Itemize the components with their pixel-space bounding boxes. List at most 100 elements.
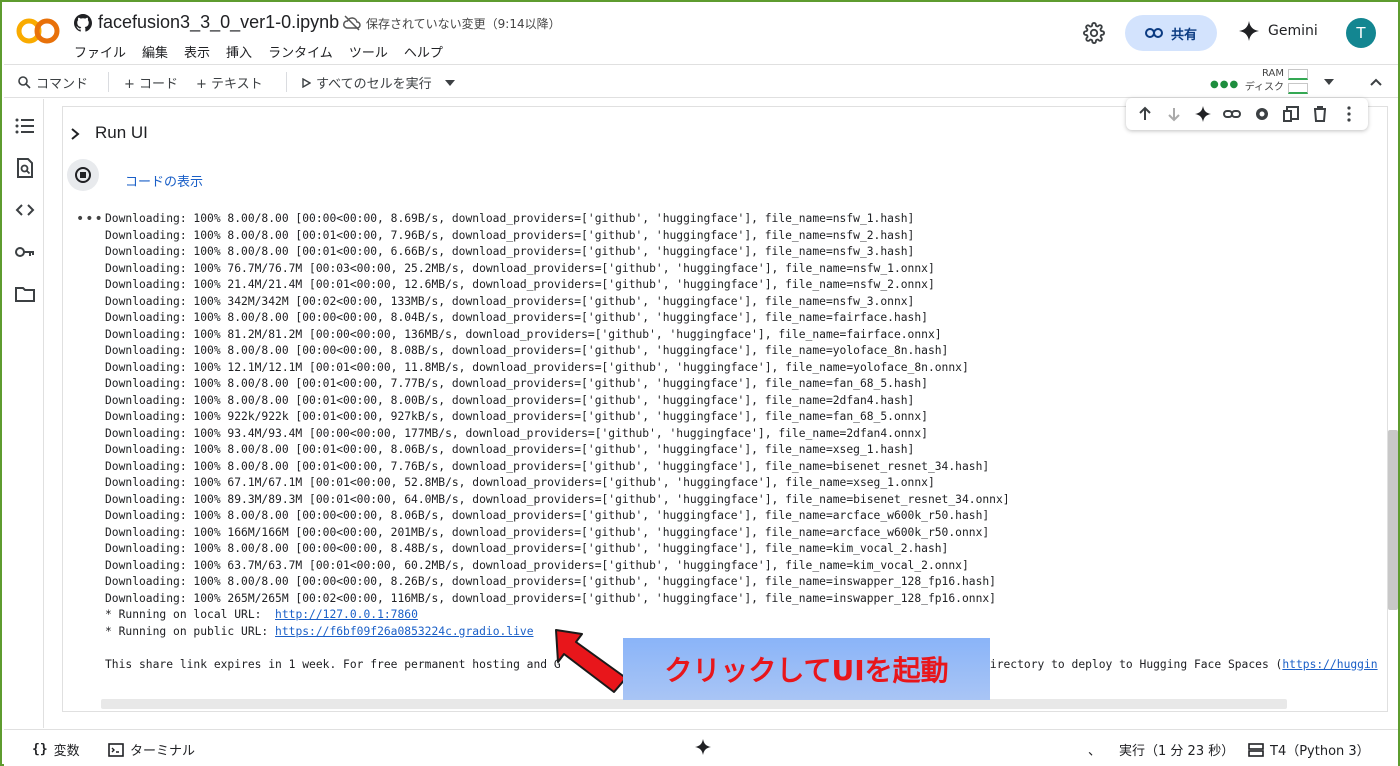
dropdown-caret-icon[interactable] bbox=[444, 79, 455, 86]
move-up-icon[interactable] bbox=[1136, 105, 1154, 123]
local-url-line: * Running on local URL: http://127.0.0.1… bbox=[105, 607, 1387, 624]
share-note-link[interactable]: https://huggin bbox=[1282, 658, 1377, 671]
share-button[interactable]: 共有 bbox=[1125, 15, 1217, 51]
status-bar: {} 変数 ターミナル 、 実行（1 分 23 秒） T4（Python 3） bbox=[4, 729, 1398, 766]
output-line: Downloading: 100% 342M/342M [00:02<00:00… bbox=[105, 294, 915, 308]
add-text-label: + テキスト bbox=[196, 77, 263, 92]
public-url-line-prefix: * Running on public URL: bbox=[105, 624, 276, 638]
gemini-button[interactable]: Gemini bbox=[1238, 20, 1318, 42]
runtime-label: T4（Python 3） bbox=[1270, 744, 1370, 759]
gemini-sparkle-icon bbox=[1239, 21, 1259, 41]
run-status[interactable]: 、 実行（1 分 23 秒） bbox=[1088, 740, 1234, 759]
secrets-key-icon[interactable] bbox=[14, 241, 36, 263]
menu-insert[interactable]: 挿入 bbox=[226, 42, 252, 61]
output-line: Downloading: 100% 8.00/8.00 [00:01<00:00… bbox=[105, 228, 915, 242]
settings-gear-icon[interactable] bbox=[1083, 22, 1105, 44]
variables-label: 変数 bbox=[53, 744, 80, 759]
menu-bar: ファイル 編集 表示 挿入 ランタイム ツール ヘルプ bbox=[74, 42, 443, 61]
output-line: Downloading: 100% 8.00/8.00 [00:01<00:00… bbox=[105, 443, 915, 456]
table-of-contents-icon[interactable] bbox=[14, 115, 36, 137]
save-status[interactable]: 保存されていない変更（9:14以降） bbox=[366, 15, 561, 32]
horizontal-scrollbar[interactable] bbox=[101, 699, 1287, 709]
callout-label: クリックしてUIを起動 bbox=[623, 638, 990, 700]
cell-toolbar bbox=[1126, 98, 1368, 130]
output-line: Downloading: 100% 89.3M/89.3M [00:01<00:… bbox=[105, 492, 1010, 506]
more-vertical-icon[interactable] bbox=[1340, 105, 1358, 123]
link-icon bbox=[1144, 28, 1163, 38]
collapse-header-icon[interactable] bbox=[1368, 74, 1384, 90]
window-frame: facefusion3_3_0_ver1-0.ipynb 保存されていない変更（… bbox=[0, 0, 1400, 766]
menu-help[interactable]: ヘルプ bbox=[404, 42, 443, 61]
code-cell[interactable]: Run UI コードの表示 ••• Downloading: 100% 8.00… bbox=[62, 106, 1388, 712]
run-all-label: すべてのセルを実行 bbox=[316, 77, 432, 92]
resource-labels[interactable]: RAM ディスク bbox=[1242, 67, 1284, 95]
output-line: Downloading: 100% 81.2M/81.2M [00:00<00:… bbox=[105, 327, 942, 341]
menu-runtime[interactable]: ランタイム bbox=[268, 42, 333, 61]
disk-label: ディスク bbox=[1244, 82, 1284, 93]
output-line: Downloading: 100% 922k/922k [00:01<00:00… bbox=[105, 410, 928, 423]
menu-file[interactable]: ファイル bbox=[74, 42, 126, 61]
resource-meter[interactable] bbox=[1288, 69, 1308, 95]
comma-separator: 、 bbox=[1088, 744, 1102, 759]
variables-button[interactable]: {} 変数 bbox=[32, 740, 80, 759]
link-icon[interactable] bbox=[1223, 105, 1242, 123]
gemini-sparkle-icon[interactable] bbox=[694, 738, 712, 756]
run-cell-button[interactable] bbox=[67, 159, 99, 191]
cell-output: Downloading: 100% 8.00/8.00 [00:00<00:00… bbox=[105, 211, 1387, 691]
output-line: Downloading: 100% 93.4M/93.4M [00:00<00:… bbox=[105, 426, 928, 440]
colab-logo-icon[interactable] bbox=[16, 16, 60, 46]
move-down-icon[interactable] bbox=[1165, 105, 1183, 123]
braces-icon: {} bbox=[32, 742, 48, 757]
output-line: Downloading: 100% 76.7M/76.7M [00:03<00:… bbox=[105, 261, 935, 275]
menu-view[interactable]: 表示 bbox=[184, 42, 210, 61]
output-line: Downloading: 100% 166M/166M [00:00<00:00… bbox=[105, 525, 990, 539]
mirror-cell-icon[interactable] bbox=[1282, 105, 1300, 123]
menu-tools[interactable]: ツール bbox=[349, 42, 388, 61]
output-line: Downloading: 100% 8.00/8.00 [00:00<00:00… bbox=[105, 344, 949, 357]
notebook-title[interactable]: facefusion3_3_0_ver1-0.ipynb bbox=[98, 12, 339, 33]
terminal-button[interactable]: ターミナル bbox=[108, 740, 195, 759]
play-icon bbox=[302, 77, 311, 88]
menu-edit[interactable]: 編集 bbox=[142, 42, 168, 61]
terminal-label: ターミナル bbox=[130, 744, 196, 759]
red-arrow-annotation bbox=[555, 629, 627, 693]
vertical-scrollbar[interactable] bbox=[1388, 430, 1398, 610]
server-icon bbox=[1248, 742, 1264, 757]
share-label: 共有 bbox=[1170, 27, 1197, 43]
chevron-right-icon[interactable] bbox=[69, 127, 81, 141]
show-code-link[interactable]: コードの表示 bbox=[125, 171, 203, 190]
command-palette-button[interactable]: コマンド bbox=[18, 73, 88, 92]
code-snippets-icon[interactable] bbox=[14, 199, 36, 221]
cell-title: Run UI bbox=[95, 123, 148, 142]
output-line: Downloading: 100% 8.00/8.00 [00:00<00:00… bbox=[105, 509, 990, 522]
output-line: Downloading: 100% 21.4M/21.4M [00:01<00:… bbox=[105, 278, 935, 291]
find-in-document-icon[interactable] bbox=[14, 157, 36, 179]
output-line: Downloading: 100% 8.00/8.00 [00:01<00:00… bbox=[105, 459, 990, 473]
left-sidebar bbox=[4, 99, 44, 728]
ram-meter bbox=[1288, 69, 1308, 80]
output-line: Downloading: 100% 8.00/8.00 [00:01<00:00… bbox=[105, 393, 915, 407]
user-avatar[interactable]: T bbox=[1346, 18, 1376, 48]
cloud-off-icon bbox=[343, 15, 361, 31]
terminal-icon bbox=[108, 742, 124, 757]
add-code-button[interactable]: + コード bbox=[124, 73, 178, 92]
delete-trash-icon[interactable] bbox=[1311, 105, 1329, 123]
runtime-info[interactable]: T4（Python 3） bbox=[1248, 740, 1370, 759]
run-all-button[interactable]: すべてのセルを実行 bbox=[302, 73, 455, 92]
output-line: Downloading: 100% 12.1M/12.1M [00:01<00:… bbox=[105, 360, 969, 374]
gemini-sparkle-icon[interactable] bbox=[1194, 105, 1212, 123]
output-line: Downloading: 100% 8.00/8.00 [00:00<00:00… bbox=[105, 542, 949, 555]
local-url-line-link[interactable]: http://127.0.0.1:7860 bbox=[275, 608, 418, 621]
output-line: Downloading: 100% 8.00/8.00 [00:01<00:00… bbox=[105, 245, 915, 258]
local-url-line-prefix: * Running on local URL: bbox=[105, 608, 276, 621]
output-line: Downloading: 100% 8.00/8.00 [00:01<00:00… bbox=[105, 377, 928, 390]
command-label: コマンド bbox=[36, 77, 89, 92]
files-folder-icon[interactable] bbox=[14, 283, 36, 305]
add-code-label: + コード bbox=[124, 77, 179, 92]
cell-settings-gear-icon[interactable] bbox=[1253, 105, 1271, 123]
public-url-line-link[interactable]: https://f6bf09f26a0853224c.gradio.live bbox=[275, 625, 533, 638]
add-text-button[interactable]: + テキスト bbox=[196, 73, 263, 92]
notebook-toolbar: コマンド + コード + テキスト すべてのセルを実行 ●●● RAM ディスク bbox=[4, 64, 1398, 98]
runtime-dropdown-icon[interactable] bbox=[1324, 79, 1334, 85]
output-menu-icon[interactable]: ••• bbox=[76, 211, 104, 227]
